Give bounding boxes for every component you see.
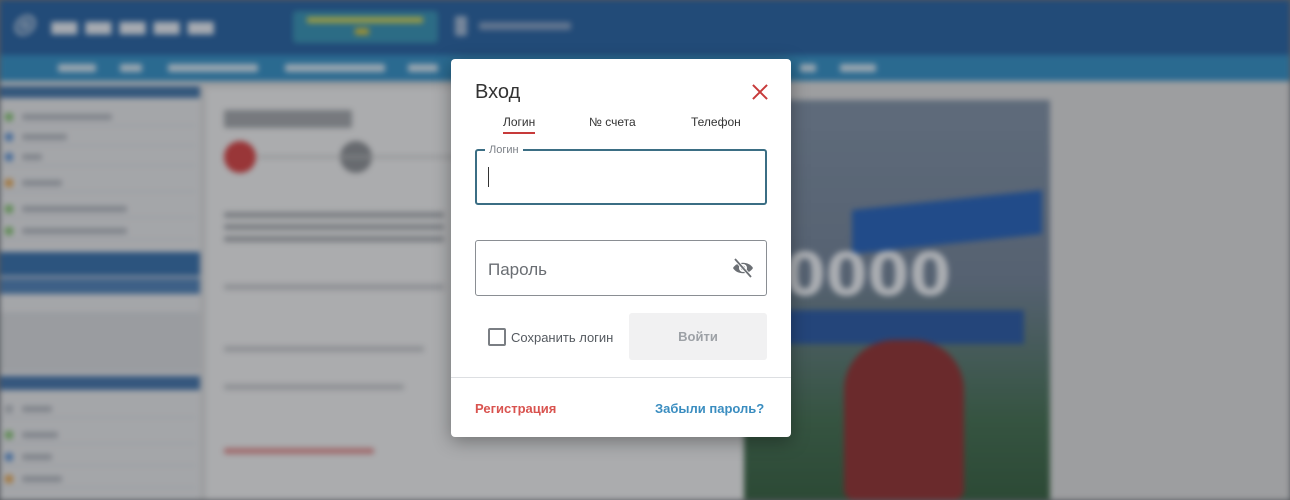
password-field[interactable]: Пароль (475, 240, 767, 296)
tab-account-number[interactable]: № счета (589, 115, 636, 132)
tab-login[interactable]: Логин (503, 115, 536, 134)
tab-phone[interactable]: Телефон (691, 115, 741, 132)
text-caret (488, 167, 489, 187)
password-placeholder: Пароль (488, 260, 547, 279)
register-link[interactable]: Регистрация (475, 401, 556, 416)
login-button[interactable]: Войти (629, 313, 767, 360)
eye-off-icon[interactable] (732, 258, 754, 278)
login-field[interactable]: Логин (475, 144, 767, 205)
login-modal: Вход Логин № счета Телефон Логин Пароль … (451, 59, 791, 437)
remember-login-label: Сохранить логин (511, 330, 614, 345)
divider (451, 377, 791, 378)
modal-title: Вход (475, 81, 521, 103)
login-field-label: Логин (485, 144, 523, 156)
forgot-password-link[interactable]: Забыли пароль? (655, 401, 764, 416)
checkbox-icon[interactable] (488, 328, 506, 346)
close-icon[interactable] (749, 81, 771, 103)
